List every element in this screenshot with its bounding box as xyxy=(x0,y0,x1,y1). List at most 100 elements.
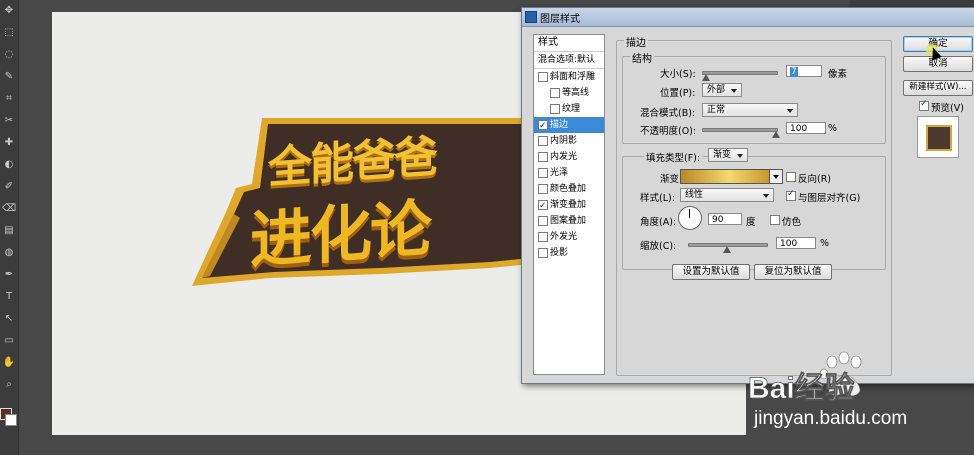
angle-input[interactable]: 90 xyxy=(708,213,742,225)
opacity-slider-thumb[interactable] xyxy=(772,131,780,138)
tool-icon[interactable]: ✐ xyxy=(2,180,16,194)
style-item[interactable]: 颜色叠加 xyxy=(534,181,604,197)
position-select[interactable]: 外部 xyxy=(702,83,742,97)
tools-panel: ✥ ⬚ ◌ ✎ ⌗ ✂ ✚ ◐ ✐ ⌫ ▤ ◍ ✒ T ↖ ▭ ✋ ⌕ xyxy=(0,0,19,455)
position-label: 位置(P): xyxy=(660,88,696,99)
align-with-layer-checkbox[interactable] xyxy=(786,189,796,201)
style-item-label: 等高线 xyxy=(562,88,590,98)
gradient-style-value: 线性 xyxy=(685,190,704,200)
style-item-checkbox[interactable] xyxy=(538,184,548,194)
chevron-down-icon xyxy=(731,89,737,93)
tool-icon[interactable]: T xyxy=(2,290,16,304)
style-item-checkbox[interactable] xyxy=(538,72,548,82)
scale-input[interactable]: 100 xyxy=(776,237,816,249)
style-item-checkbox[interactable] xyxy=(538,168,548,178)
style-item-checkbox[interactable] xyxy=(538,248,548,258)
baidu-jingyan-watermark: Bai经验 jingyan.baidu.com xyxy=(744,350,974,440)
style-item-checkbox[interactable] xyxy=(550,104,560,114)
gradient-picker-button[interactable] xyxy=(769,169,783,184)
position-select-value: 外部 xyxy=(707,85,726,95)
tool-icon[interactable]: ▭ xyxy=(2,334,16,348)
style-item[interactable]: 等高线 xyxy=(534,85,604,101)
style-item[interactable]: 渐变叠加 xyxy=(534,197,604,214)
style-item-label: 图案叠加 xyxy=(550,216,587,226)
cancel-button[interactable]: 取消 xyxy=(903,56,973,72)
gradient-label: 渐变: xyxy=(660,174,683,185)
gradient-preview-swatch[interactable] xyxy=(680,169,770,184)
style-item[interactable]: 光泽 xyxy=(534,165,604,181)
blend-mode-select[interactable]: 正常 xyxy=(702,103,798,117)
stroke-settings-panel: 描边 结构 大小(S): 7 像素 位置(P): 外部 混合模式(B): 正常 … xyxy=(616,34,892,376)
tool-icon[interactable]: ◌ xyxy=(2,48,16,62)
blend-mode-label: 混合模式(B): xyxy=(640,108,696,119)
align-with-layer-label: 与图层对齐(G) xyxy=(798,193,861,204)
tool-icon[interactable]: ✎ xyxy=(2,70,16,84)
scale-slider-thumb[interactable] xyxy=(723,246,731,253)
tool-icon[interactable]: ✋ xyxy=(2,356,16,370)
style-item-checkbox[interactable] xyxy=(538,198,548,214)
gradient-style-select[interactable]: 线性 xyxy=(680,188,774,202)
style-item[interactable]: 描边 xyxy=(534,117,604,134)
style-item-checkbox[interactable] xyxy=(538,136,548,146)
dialog-titlebar[interactable]: 图层样式 xyxy=(522,8,974,27)
blend-options-item[interactable]: 混合选项:默认 xyxy=(534,52,604,69)
style-item[interactable]: 内发光 xyxy=(534,149,604,165)
layer-style-dialog: 图层样式 样式 混合选项:默认 斜面和浮雕等高线纹理描边内阴影内发光光泽颜色叠加… xyxy=(521,7,974,384)
style-item-label: 光泽 xyxy=(550,168,569,178)
style-item-label: 投影 xyxy=(550,248,569,258)
style-item-label: 内阴影 xyxy=(550,136,578,146)
set-default-button[interactable]: 设置为默认值 xyxy=(672,264,750,280)
angle-dial[interactable] xyxy=(678,206,702,230)
tool-icon[interactable]: ◍ xyxy=(2,246,16,260)
baidu-paw-logo: Bai经验 xyxy=(748,351,862,405)
reverse-checkbox[interactable] xyxy=(786,172,796,182)
tool-icon[interactable]: ⬚ xyxy=(2,26,16,40)
tool-icon[interactable]: ✒ xyxy=(2,268,16,282)
style-item-checkbox[interactable] xyxy=(550,88,560,98)
size-input[interactable]: 7 xyxy=(786,65,822,77)
tool-icon[interactable]: ↖ xyxy=(2,312,16,326)
size-slider-track[interactable] xyxy=(702,71,778,75)
tool-icon[interactable]: ⌕ xyxy=(2,378,16,392)
scale-unit: % xyxy=(820,238,830,249)
tool-icon[interactable]: ◐ xyxy=(2,158,16,172)
size-slider-thumb[interactable] xyxy=(701,74,710,81)
chevron-down-icon xyxy=(773,175,779,179)
opacity-input[interactable]: 100 xyxy=(786,122,826,134)
style-label: 样式(L): xyxy=(640,193,675,204)
tool-icon[interactable]: ✥ xyxy=(2,4,16,18)
style-item[interactable]: 内阴影 xyxy=(534,133,604,149)
watermark-brand: Bai经验 xyxy=(748,371,855,405)
canvas-artwork: 全能爸爸 进化论 xyxy=(190,114,530,294)
style-item-label: 颜色叠加 xyxy=(550,184,587,194)
styles-header[interactable]: 样式 xyxy=(534,35,604,52)
reset-default-button[interactable]: 复位为默认值 xyxy=(754,264,832,280)
style-item[interactable]: 外发光 xyxy=(534,229,604,245)
size-unit: 像素 xyxy=(828,69,848,80)
dither-checkbox[interactable] xyxy=(770,215,780,225)
watermark-url: jingyan.baidu.com xyxy=(754,408,908,429)
style-item[interactable]: 斜面和浮雕 xyxy=(534,69,604,85)
reverse-label: 反向(R) xyxy=(798,174,832,185)
style-item-checkbox[interactable] xyxy=(538,216,548,226)
tool-icon[interactable]: ▤ xyxy=(2,224,16,238)
tool-icon[interactable]: ⌫ xyxy=(2,202,16,216)
style-item[interactable]: 图案叠加 xyxy=(534,213,604,229)
tool-icon[interactable]: ✂ xyxy=(2,114,16,128)
fill-type-select[interactable]: 渐变 xyxy=(708,148,748,162)
style-item[interactable]: 纹理 xyxy=(534,101,604,117)
scale-label: 缩放(C): xyxy=(640,241,677,252)
style-item-label: 外发光 xyxy=(550,232,578,242)
tool-icon[interactable]: ⌗ xyxy=(2,92,16,106)
preview-swatch xyxy=(926,125,952,151)
style-item-label: 内发光 xyxy=(550,152,578,162)
style-item[interactable]: 投影 xyxy=(534,245,604,261)
tool-icon[interactable]: ✚ xyxy=(2,136,16,150)
opacity-slider-track[interactable] xyxy=(702,128,778,132)
preview-checkbox[interactable] xyxy=(919,99,929,111)
style-item-checkbox[interactable] xyxy=(538,118,548,134)
style-item-checkbox[interactable] xyxy=(538,232,548,242)
style-item-checkbox[interactable] xyxy=(538,152,548,162)
new-style-button[interactable]: 新建样式(W)... xyxy=(903,80,973,96)
background-color-swatch[interactable] xyxy=(5,414,17,426)
